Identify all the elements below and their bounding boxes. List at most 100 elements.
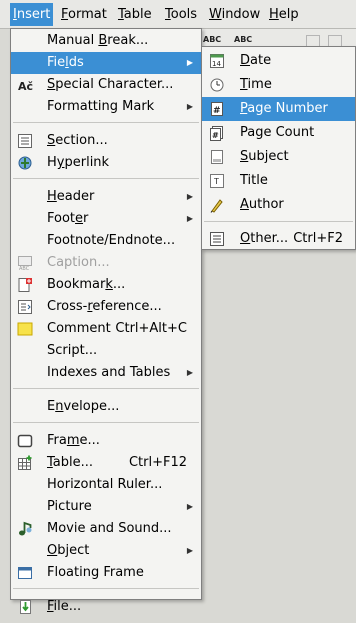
menu-separator bbox=[13, 178, 199, 179]
menu-separator bbox=[13, 422, 199, 423]
fields-menu-item-page-number[interactable]: # Page Number bbox=[202, 97, 355, 121]
menu-item-label: Section... bbox=[47, 133, 108, 148]
menu-item-label: Other... bbox=[240, 231, 289, 246]
menu-item-label: Hyperlink bbox=[47, 155, 110, 170]
menu-separator bbox=[204, 221, 353, 222]
insert-menu-item-horizontal-ruler[interactable]: Horizontal Ruler... bbox=[11, 474, 201, 496]
menu-item-shortcut: Ctrl+F12 bbox=[128, 455, 187, 470]
insert-menu-item-header[interactable]: Header ▶ bbox=[11, 186, 201, 208]
movie-sound-icon bbox=[17, 521, 33, 537]
svg-text:#: # bbox=[213, 106, 221, 116]
menu-item-label: Special Character... bbox=[47, 77, 174, 92]
menu-separator bbox=[13, 588, 199, 589]
menu-item-label: Time bbox=[240, 77, 272, 92]
insert-menu-item-formatting-mark[interactable]: Formatting Mark ▶ bbox=[11, 96, 201, 118]
menu-item-label: Floating Frame bbox=[47, 565, 144, 580]
menu-tools[interactable]: Tools bbox=[162, 6, 200, 23]
section-icon bbox=[17, 133, 33, 149]
insert-menu-item-table[interactable]: Table... Ctrl+F12 bbox=[11, 452, 201, 474]
insert-menu-item-fields[interactable]: Fields ▶ bbox=[11, 52, 201, 74]
fields-submenu: 14 Date Time # Page Number # Page Count Subject… bbox=[201, 46, 356, 250]
insert-menu-item-manual-break[interactable]: Manual Break... bbox=[11, 30, 201, 52]
subject-icon bbox=[209, 149, 225, 165]
table-icon bbox=[17, 455, 33, 471]
menu-item-label: Date bbox=[240, 53, 272, 68]
menu-item-label: Help bbox=[269, 7, 299, 22]
menu-window[interactable]: Window bbox=[206, 6, 263, 23]
menu-item-label: Subject bbox=[240, 149, 289, 164]
insert-menu-item-hyperlink[interactable]: Hyperlink bbox=[11, 152, 201, 174]
insert-menu-item-footer[interactable]: Footer ▶ bbox=[11, 208, 201, 230]
menu-insert[interactable]: Insert bbox=[10, 3, 54, 26]
menu-item-label: Envelope... bbox=[47, 399, 120, 414]
fields-menu-item-author[interactable]: Author bbox=[202, 193, 355, 217]
submenu-arrow-icon: ▶ bbox=[186, 502, 193, 511]
menu-separator bbox=[13, 122, 199, 123]
svg-text:14: 14 bbox=[212, 60, 221, 68]
menu-item-label: Comment bbox=[47, 321, 111, 336]
insert-menu-item-script[interactable]: Script... bbox=[11, 340, 201, 362]
menu-item-label: Format bbox=[61, 7, 107, 22]
insert-menu: Manual Break... Fields ▶ Ač Special Characte… bbox=[10, 28, 202, 614]
insert-menu-item-frame[interactable]: Frame... bbox=[11, 430, 201, 452]
fields-menu-item-date[interactable]: 14 Date bbox=[202, 49, 355, 73]
cross-reference-icon bbox=[17, 299, 33, 315]
menubar: Insert Format Table Tools Window Help bbox=[0, 0, 356, 29]
insert-menu-item-cross-reference[interactable]: Cross-reference... bbox=[11, 296, 201, 318]
insert-menu-item-floating-frame[interactable]: Floating Frame bbox=[11, 562, 201, 584]
menu-item-label: Header bbox=[47, 189, 95, 204]
menu-item-label: Table... bbox=[47, 455, 94, 470]
menu-table[interactable]: Table bbox=[115, 6, 155, 23]
menu-item-label: Footnote/Endnote... bbox=[47, 233, 176, 248]
menu-item-label: Bookmark... bbox=[47, 277, 126, 292]
menu-item-label: Table bbox=[118, 7, 152, 22]
insert-menu-item-picture[interactable]: Picture ▶ bbox=[11, 496, 201, 518]
insert-menu-item-file[interactable]: File... bbox=[11, 596, 201, 618]
menu-item-label: File... bbox=[47, 599, 82, 614]
submenu-arrow-icon: ▶ bbox=[186, 58, 193, 67]
insert-menu-item-bookmark[interactable]: Bookmark... bbox=[11, 274, 201, 296]
fields-menu-item-other[interactable]: Other... Ctrl+F2 bbox=[202, 227, 355, 251]
menu-format[interactable]: Format bbox=[58, 6, 110, 23]
insert-menu-item-section[interactable]: Section... bbox=[11, 130, 201, 152]
insert-menu-item-object[interactable]: Object ▶ bbox=[11, 540, 201, 562]
submenu-arrow-icon: ▶ bbox=[186, 102, 193, 111]
insert-menu-item-movie-and-sound[interactable]: Movie and Sound... bbox=[11, 518, 201, 540]
fields-menu-item-page-count[interactable]: # Page Count bbox=[202, 121, 355, 145]
bookmark-icon bbox=[17, 277, 33, 293]
svg-text:Ač: Ač bbox=[18, 80, 33, 93]
menu-item-label: Author bbox=[240, 197, 284, 212]
insert-menu-item-special-character[interactable]: Ač Special Character... bbox=[11, 74, 201, 96]
spellcheck-icon[interactable]: ABC bbox=[203, 35, 221, 44]
insert-menu-item-footnote-endnote[interactable]: Footnote/Endnote... bbox=[11, 230, 201, 252]
menu-item-label: Indexes and Tables bbox=[47, 365, 171, 380]
insert-menu-item-indexes-and-tables[interactable]: Indexes and Tables ▶ bbox=[11, 362, 201, 384]
submenu-arrow-icon: ▶ bbox=[186, 214, 193, 223]
insert-menu-item-caption: ABC Caption... bbox=[11, 252, 201, 274]
title-icon: T bbox=[209, 173, 225, 189]
menu-item-label: Tools bbox=[165, 7, 198, 22]
insert-menu-item-comment[interactable]: Comment Ctrl+Alt+C bbox=[11, 318, 201, 340]
menu-item-label: Horizontal Ruler... bbox=[47, 477, 163, 492]
menu-item-label: Footer bbox=[47, 211, 89, 226]
svg-text:ABC: ABC bbox=[19, 266, 30, 271]
date-icon: 14 bbox=[209, 53, 225, 69]
submenu-arrow-icon: ▶ bbox=[186, 546, 193, 555]
menu-item-label: Object bbox=[47, 543, 90, 558]
autospellcheck-icon[interactable]: ABC bbox=[234, 35, 252, 44]
fields-menu-item-subject[interactable]: Subject bbox=[202, 145, 355, 169]
insert-menu-item-envelope[interactable]: Envelope... bbox=[11, 396, 201, 418]
floating-frame-icon bbox=[17, 565, 33, 581]
menu-item-label: Picture bbox=[47, 499, 92, 514]
menu-item-label: Caption... bbox=[47, 255, 110, 270]
menu-item-label: Insert bbox=[13, 7, 51, 22]
other-fields-icon bbox=[209, 231, 225, 247]
special-character-icon: Ač bbox=[17, 77, 33, 93]
menu-help[interactable]: Help bbox=[266, 6, 302, 23]
page-count-icon: # bbox=[209, 125, 225, 141]
fields-menu-item-time[interactable]: Time bbox=[202, 73, 355, 97]
svg-text:#: # bbox=[212, 131, 219, 140]
submenu-arrow-icon: ▶ bbox=[186, 368, 193, 377]
fields-menu-item-title[interactable]: T Title bbox=[202, 169, 355, 193]
menu-item-label: Fields bbox=[47, 55, 84, 70]
